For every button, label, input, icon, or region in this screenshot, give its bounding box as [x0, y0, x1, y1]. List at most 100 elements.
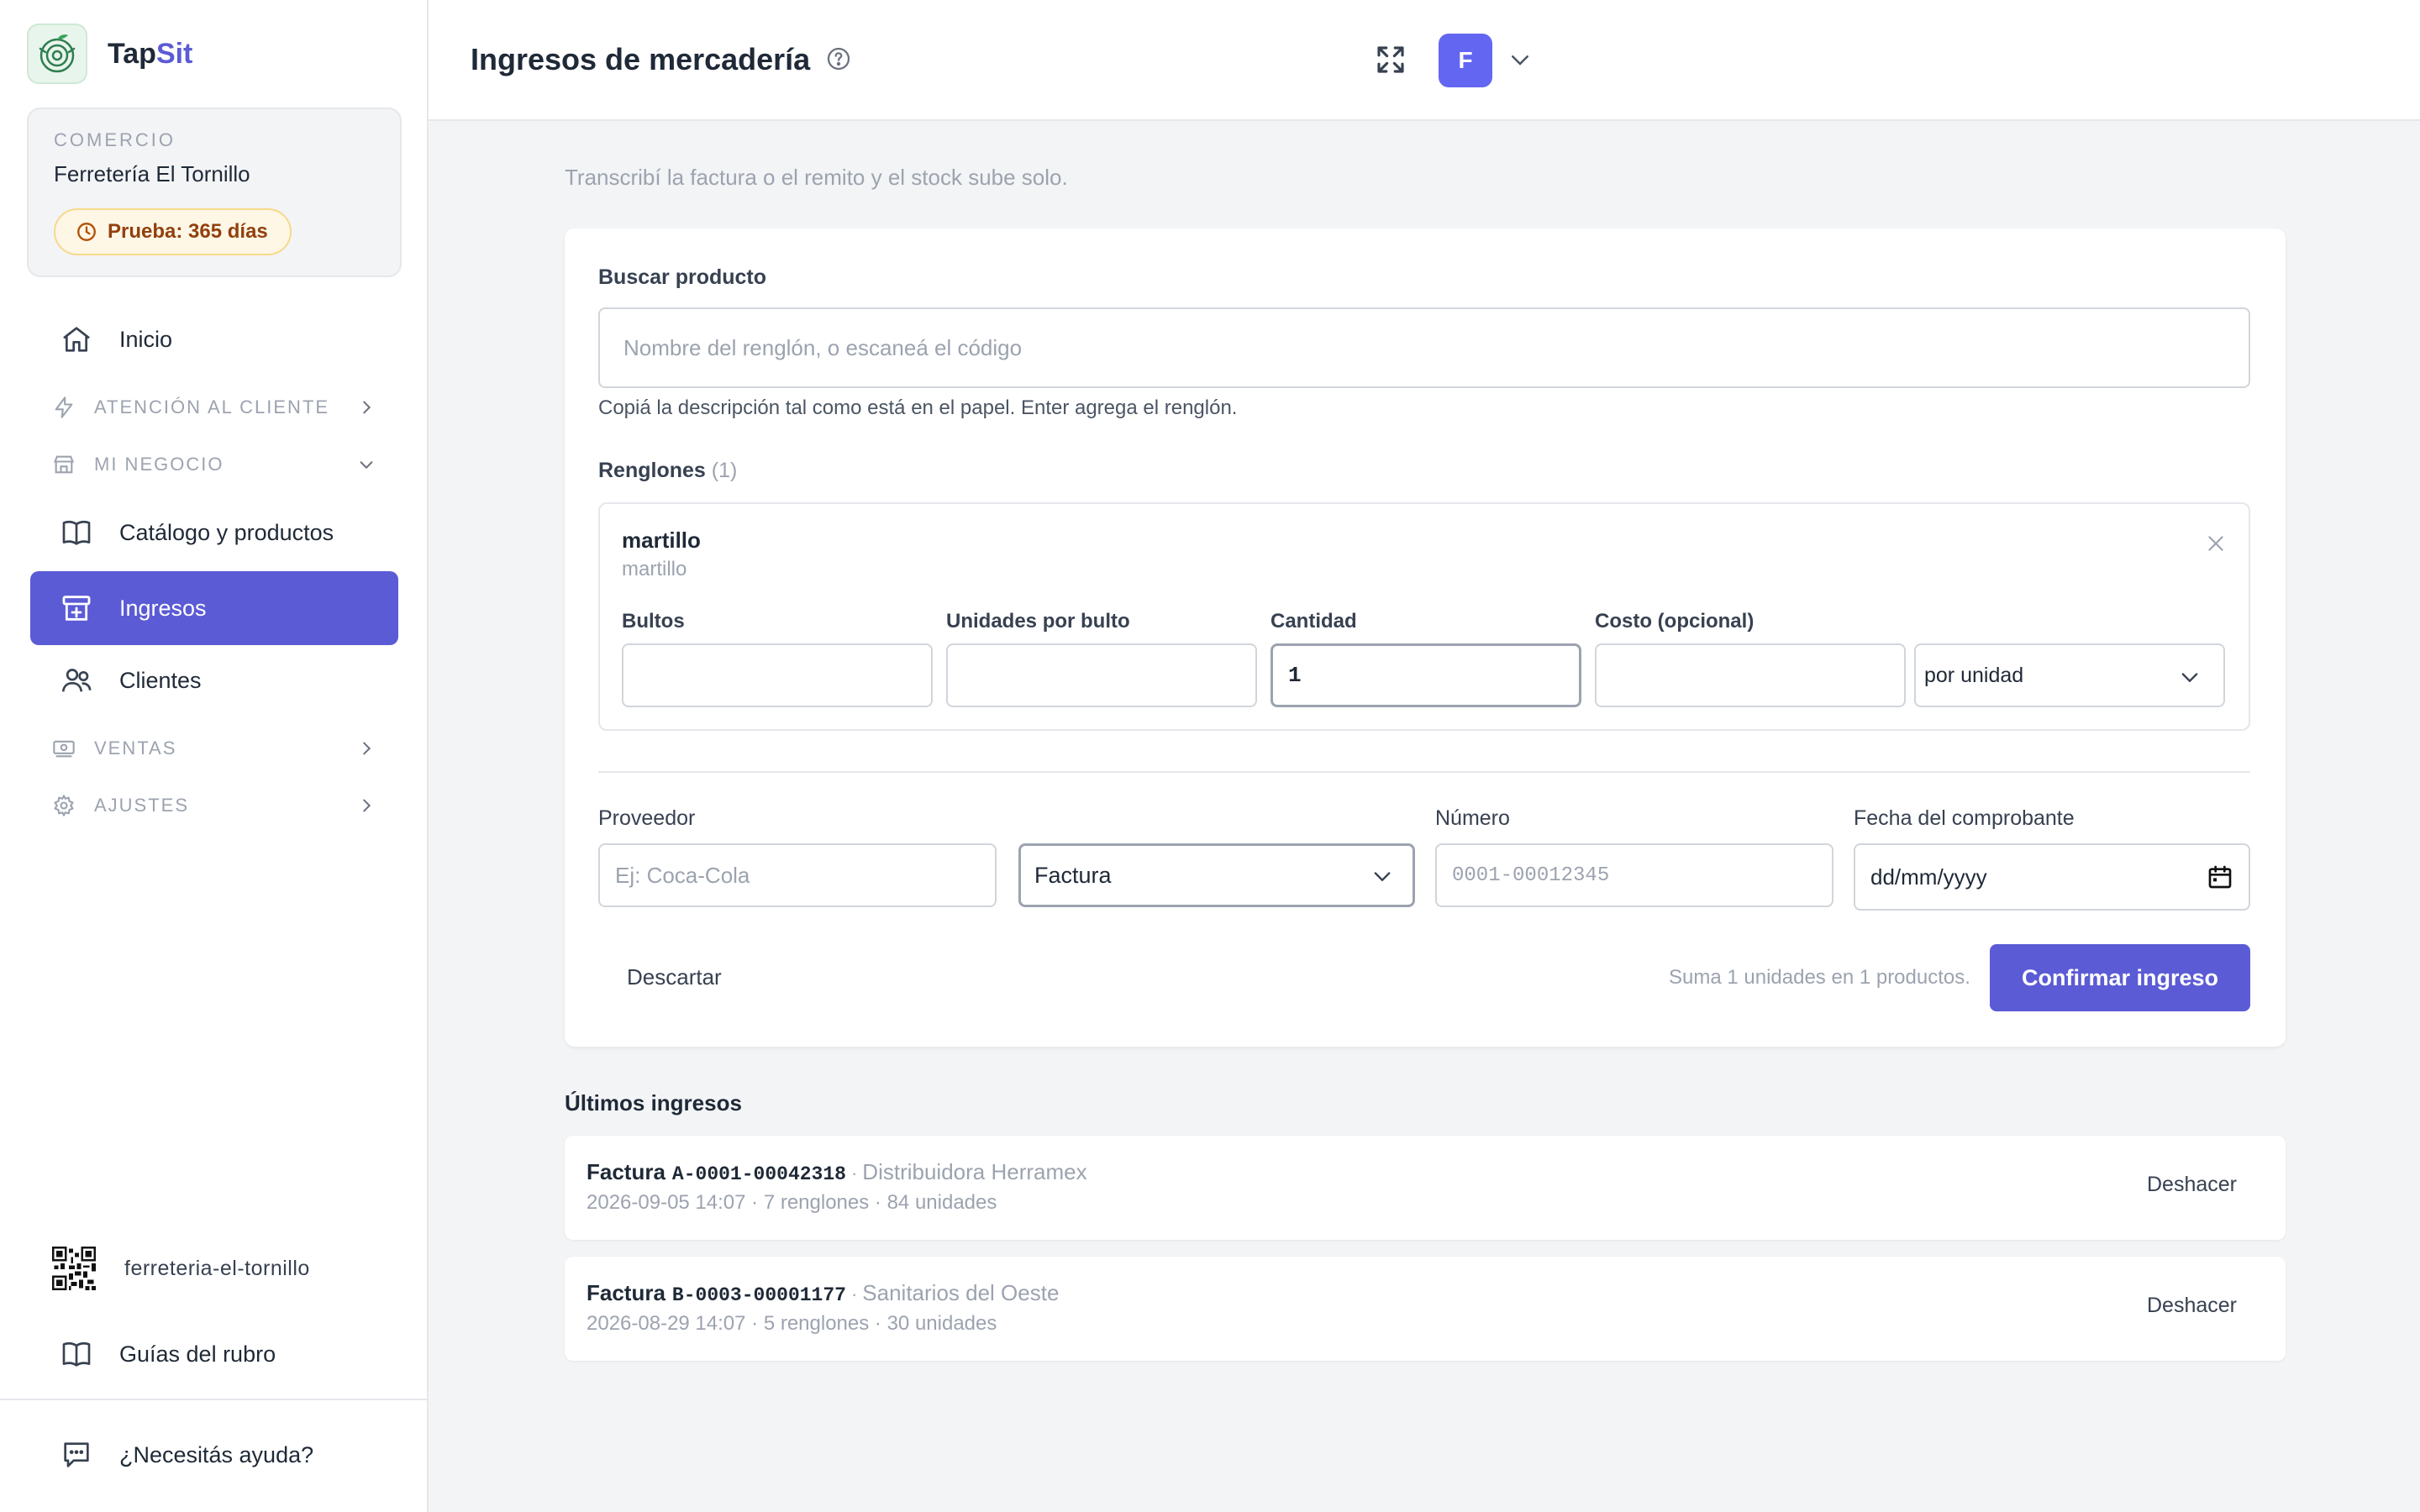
- lines-heading: Renglones (1): [598, 459, 737, 483]
- bultos-input[interactable]: [622, 643, 933, 707]
- page-title: Ingresos de mercadería: [471, 42, 811, 76]
- chevron-down-icon: [2178, 665, 2202, 695]
- cash-icon: [50, 735, 77, 762]
- sidebar-item-label: Clientes: [119, 667, 202, 693]
- qr-code-icon: [52, 1247, 96, 1290]
- home-icon: [59, 322, 94, 357]
- search-label: Buscar producto: [598, 265, 767, 289]
- store-link[interactable]: ferreteria-el-tornillo: [52, 1247, 310, 1290]
- comprobante-type-select[interactable]: Factura: [1018, 843, 1415, 907]
- brand[interactable]: TapSit: [27, 24, 192, 84]
- doc-type: Factura: [587, 1280, 666, 1305]
- numero-input[interactable]: [1435, 843, 1833, 907]
- recent-ingreso-row: Factura A-0001-00042318 · Distribuidora Her…: [565, 1136, 2286, 1240]
- doc-code: A-0001-00042318: [671, 1163, 846, 1185]
- sidebar-item-label: Ingresos: [119, 595, 207, 621]
- supplier-name: Sanitarios del Oeste: [862, 1280, 1060, 1305]
- archive-plus-icon: [59, 591, 94, 626]
- sidebar-section-label: MI NEGOCIO: [94, 454, 224, 475]
- recent-ingreso-meta: 2026-08-29 14:07 · 5 renglones · 30 unid…: [587, 1312, 997, 1335]
- users-icon: [59, 663, 94, 698]
- chat-icon: [59, 1437, 94, 1473]
- trial-badge-label: Prueba: 365 días: [108, 220, 268, 243]
- sidebar-item-ingresos[interactable]: Ingresos: [30, 571, 398, 645]
- store-name: Ferretería El Tornillo: [54, 161, 250, 186]
- help-link[interactable]: ¿Necesitás ayuda?: [30, 1418, 398, 1492]
- sidebar-item-label: Guías del rubro: [119, 1341, 276, 1367]
- top-header: Ingresos de mercadería F: [429, 0, 2420, 121]
- separator: ·: [850, 1163, 858, 1184]
- sidebar-divider: [0, 1399, 427, 1400]
- chevron-down-icon: [1370, 864, 1394, 894]
- lightning-icon: [50, 394, 77, 421]
- confirm-ingreso-button[interactable]: Confirmar ingreso: [1990, 944, 2250, 1011]
- avatar[interactable]: F: [1439, 34, 1492, 87]
- chevron-down-icon: [353, 451, 380, 478]
- sidebar-section-label: ATENCIÓN AL CLIENTE: [94, 396, 330, 417]
- costo-input[interactable]: [1595, 643, 1906, 707]
- line-item: martillo martillo Bultos Unidades por bu…: [598, 502, 2250, 731]
- sidebar-section-mi-negocio[interactable]: MI NEGOCIO: [30, 444, 398, 486]
- cantidad-input[interactable]: [1270, 643, 1581, 707]
- app: TapSit COMERCIO Ferretería El Tornillo P…: [0, 0, 2420, 1512]
- undo-button[interactable]: Deshacer: [2147, 1173, 2237, 1197]
- ingreso-form-card: Buscar producto Copiá la descripción tal…: [565, 228, 2286, 1047]
- calendar-icon[interactable]: [2207, 864, 2233, 896]
- doc-code: B-0003-00001177: [671, 1284, 846, 1306]
- product-search-input[interactable]: [598, 307, 2250, 388]
- recent-ingreso-meta: 2026-09-05 14:07 · 7 renglones · 84 unid…: [587, 1191, 997, 1214]
- recent-ingreso-row: Factura B-0003-00001177 · Sanitarios del Oe…: [565, 1257, 2286, 1361]
- doc-type: Factura: [587, 1159, 666, 1184]
- section-divider: [598, 771, 2250, 773]
- proveedor-label: Proveedor: [598, 806, 696, 830]
- comprobante-type-value: Factura: [1034, 862, 1112, 888]
- close-icon[interactable]: [2205, 533, 2227, 559]
- summary-text: Suma 1 unidades en 1 productos.: [1669, 966, 1970, 989]
- brand-logo-icon: [27, 24, 87, 84]
- sidebar-section-ventas[interactable]: VENTAS: [30, 727, 398, 769]
- search-hint: Copiá la descripción tal como está en el…: [598, 396, 1238, 419]
- chevron-right-icon: [353, 735, 380, 762]
- trial-badge: Prueba: 365 días: [54, 208, 292, 255]
- discard-button[interactable]: Descartar: [627, 964, 722, 990]
- undo-button[interactable]: Deshacer: [2147, 1294, 2237, 1318]
- brand-name: TapSit: [108, 37, 193, 70]
- sidebar-item-inicio[interactable]: Inicio: [30, 302, 398, 376]
- sidebar-item-clientes[interactable]: Clientes: [30, 643, 398, 717]
- chevron-down-icon[interactable]: [1507, 47, 1533, 76]
- page-subtitle: Transcribí la factura o el remito y el s…: [565, 165, 1068, 190]
- sidebar-section-ajustes[interactable]: AJUSTES: [30, 785, 398, 827]
- book-icon: [59, 515, 94, 550]
- unidades-por-bulto-input[interactable]: [946, 643, 1257, 707]
- numero-label: Número: [1435, 806, 1510, 830]
- clock-icon: [77, 223, 96, 241]
- help-circle-icon[interactable]: [825, 45, 852, 76]
- unit-select[interactable]: por unidad: [1914, 643, 2225, 707]
- cantidad-label: Cantidad: [1270, 610, 1357, 633]
- help-link-label: ¿Necesitás ayuda?: [119, 1441, 314, 1467]
- store-card: COMERCIO Ferretería El Tornillo Prueba: …: [27, 108, 402, 277]
- sidebar-item-guias[interactable]: Guías del rubro: [30, 1317, 398, 1391]
- bultos-label: Bultos: [622, 610, 685, 633]
- proveedor-input[interactable]: [598, 843, 997, 907]
- recent-ingreso-heading: Factura A-0001-00042318 · Distribuidora Her…: [587, 1159, 1087, 1185]
- gear-icon: [50, 792, 77, 819]
- book-icon: [59, 1336, 94, 1372]
- store-icon: [50, 451, 77, 478]
- line-item-subtitle: martillo: [622, 558, 687, 580]
- sidebar-item-label: Catálogo y productos: [119, 519, 334, 545]
- fullscreen-icon[interactable]: [1373, 42, 1408, 81]
- sidebar-section-atencion[interactable]: ATENCIÓN AL CLIENTE: [30, 386, 398, 428]
- recent-title: Últimos ingresos: [565, 1090, 742, 1116]
- supplier-name: Distribuidora Herramex: [862, 1159, 1087, 1184]
- sidebar-item-catalogo[interactable]: Catálogo y productos: [30, 496, 398, 570]
- costo-label: Costo (opcional): [1595, 610, 1754, 633]
- sidebar-item-label: Inicio: [119, 326, 173, 352]
- sidebar-section-label: VENTAS: [94, 738, 177, 759]
- lines-label: Renglones: [598, 459, 706, 482]
- chevron-right-icon: [353, 394, 380, 421]
- sidebar: TapSit COMERCIO Ferretería El Tornillo P…: [0, 0, 429, 1512]
- fecha-label: Fecha del comprobante: [1854, 806, 2075, 830]
- fecha-input[interactable]: dd/mm/yyyy: [1854, 843, 2250, 911]
- recent-ingreso-heading: Factura B-0003-00001177 · Sanitarios del Oe…: [587, 1280, 1059, 1306]
